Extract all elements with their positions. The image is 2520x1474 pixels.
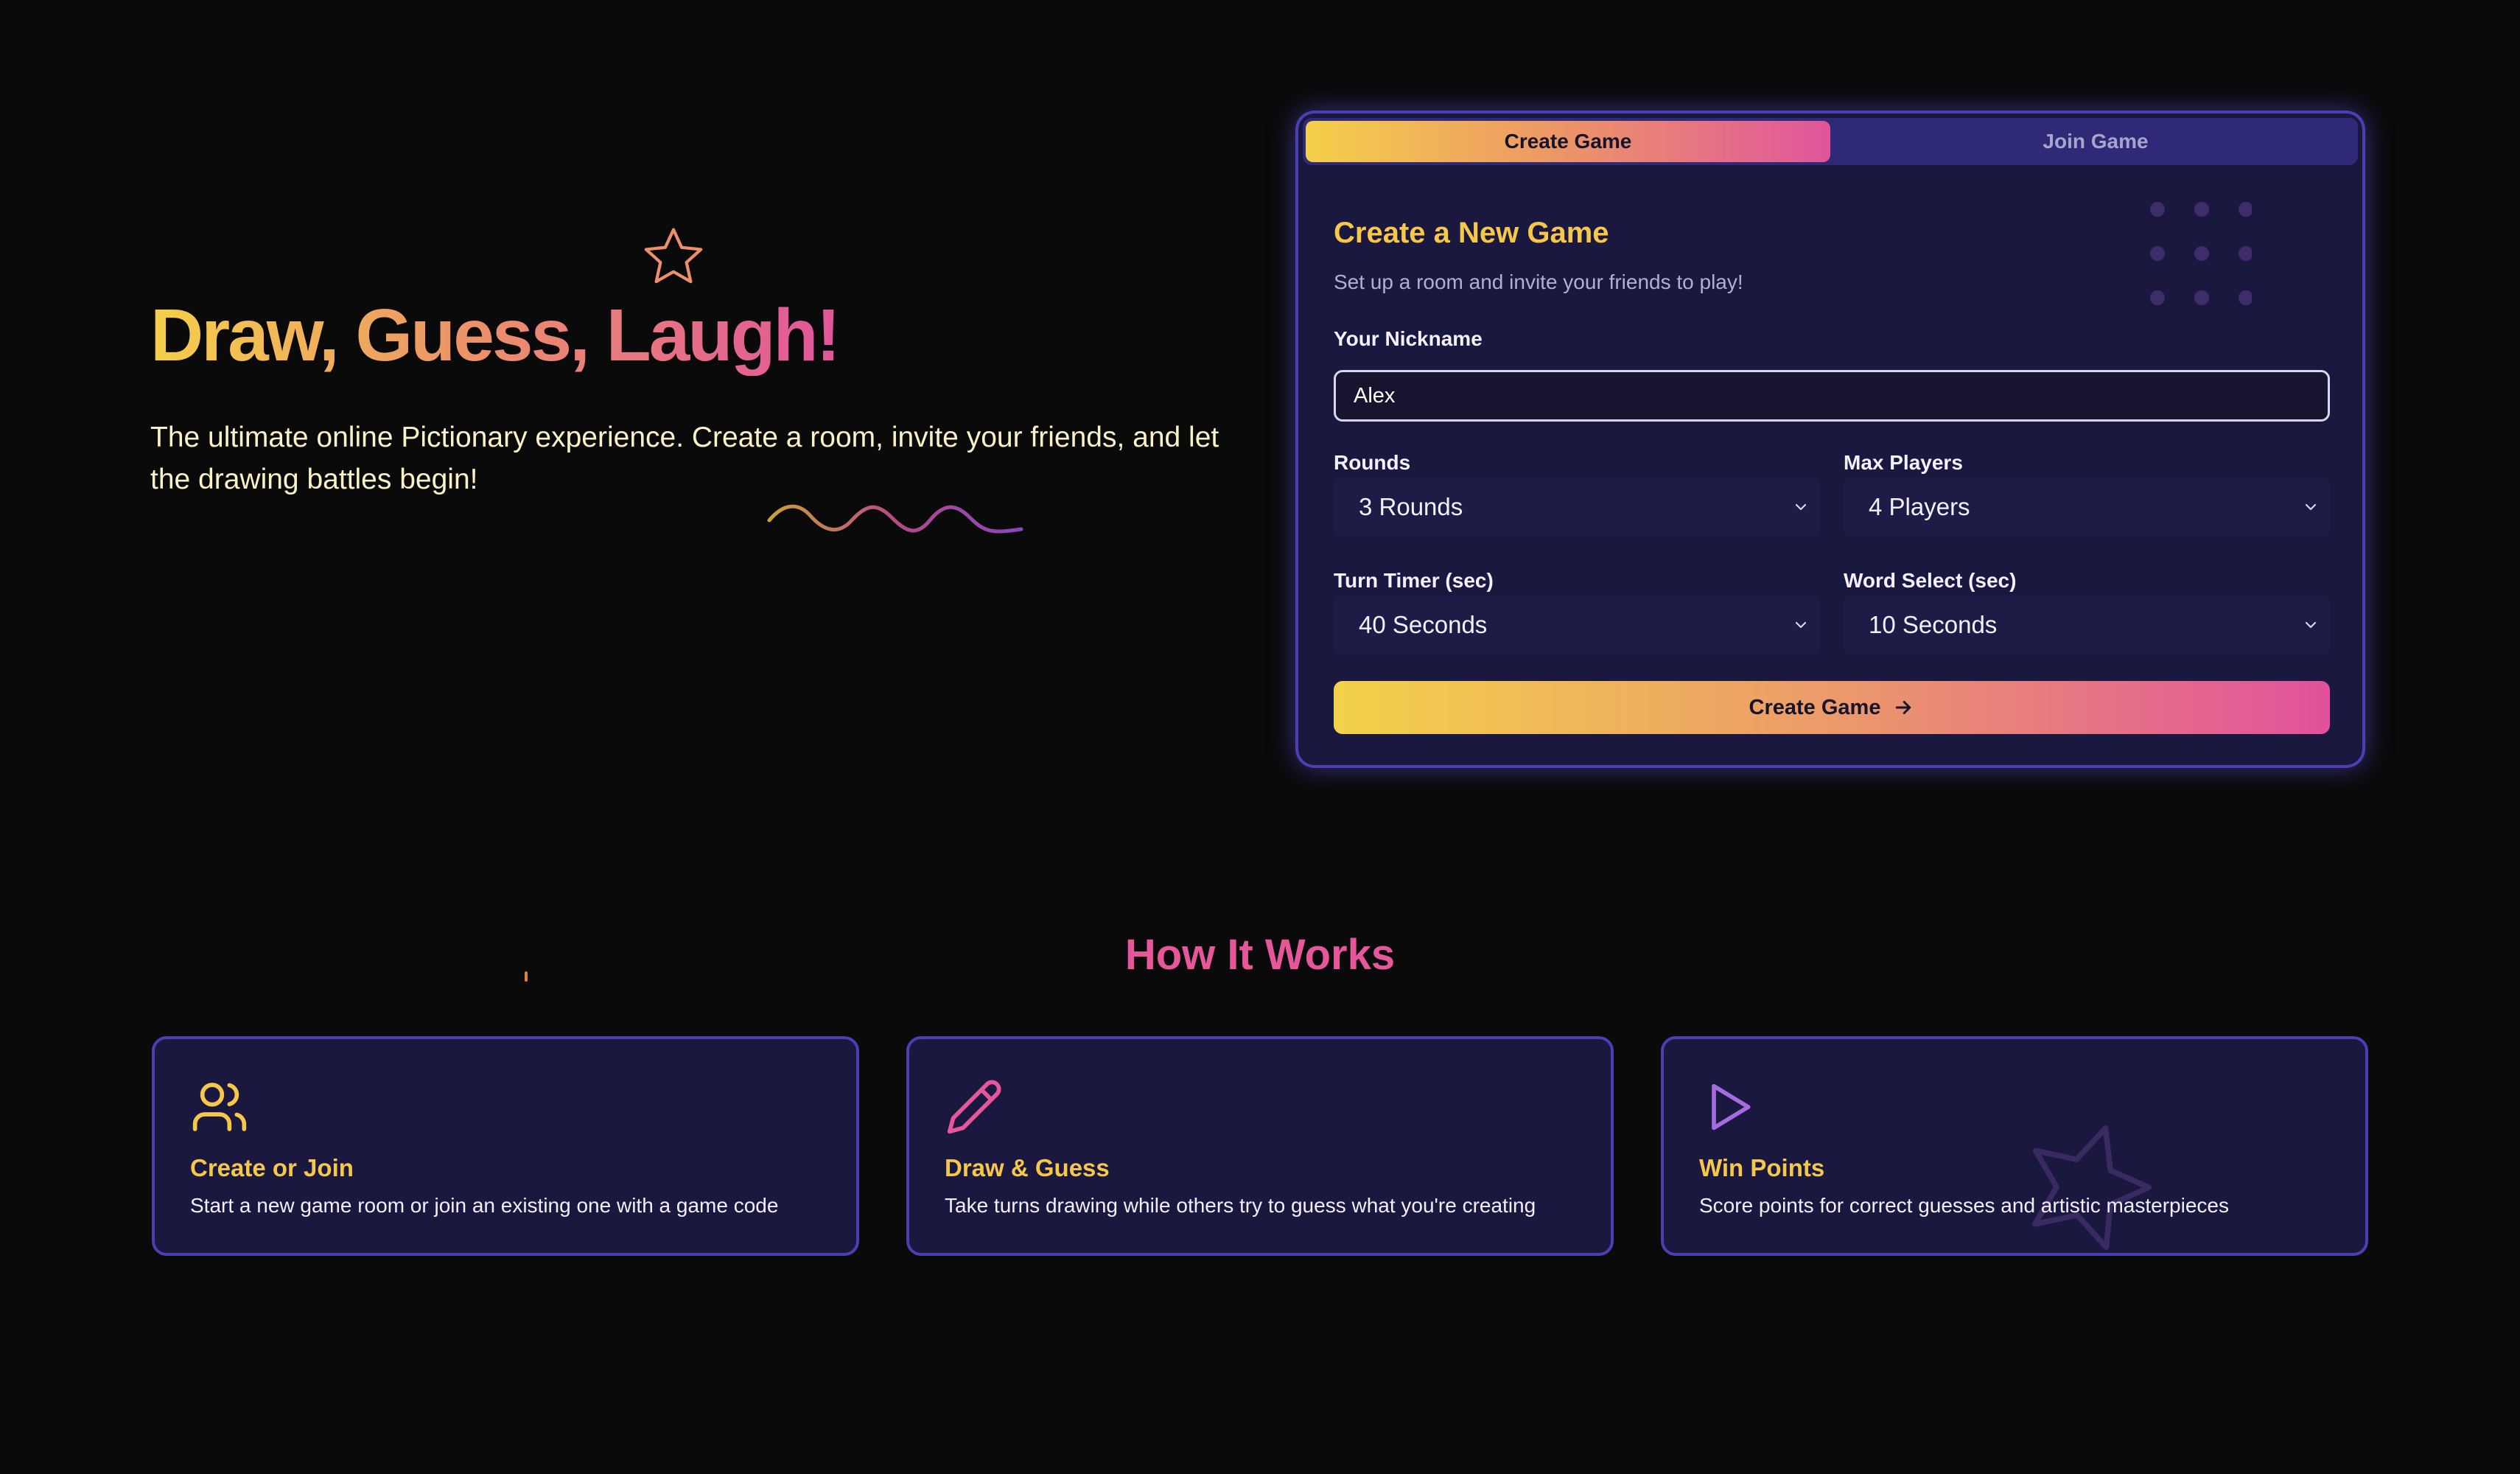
play-icon bbox=[1712, 1083, 1751, 1131]
hero-title: Draw, Guess, Laugh! bbox=[150, 294, 841, 377]
tab-create-game[interactable]: Create Game bbox=[1306, 121, 1830, 162]
arrow-right-icon bbox=[1896, 701, 1911, 714]
feature-title: Win Points bbox=[1699, 1154, 1825, 1181]
nickname-input[interactable] bbox=[1334, 370, 2330, 422]
rounds-select[interactable]: 3 Rounds bbox=[1334, 478, 1820, 537]
feature-card-create-or-join: Create or Join Start a new game room or … bbox=[152, 1036, 859, 1256]
hero-subtitle: The ultimate online Pictionary experienc… bbox=[150, 422, 1219, 495]
max-players-value: 4 Players bbox=[1869, 493, 1970, 520]
word-select-value: 10 Seconds bbox=[1869, 611, 1998, 638]
turn-timer-select[interactable]: 40 Seconds bbox=[1334, 595, 1820, 654]
feature-title: Draw & Guess bbox=[945, 1154, 1110, 1181]
card-title: Create a New Game bbox=[1334, 217, 1609, 249]
feature-card-win-points: Win Points Score points for correct gues… bbox=[1661, 1036, 2368, 1256]
dot-grid-decoration bbox=[2150, 202, 2252, 305]
chevron-down-icon bbox=[2305, 503, 2317, 511]
feature-text: Score points for correct guesses and art… bbox=[1699, 1194, 2229, 1217]
pencil-icon bbox=[947, 1080, 1001, 1134]
create-game-button-label: Create Game bbox=[1749, 695, 1881, 719]
feature-text: Start a new game room or join an existin… bbox=[190, 1194, 779, 1217]
star-decoration-icon bbox=[2031, 1125, 2152, 1250]
how-it-works-title: How It Works bbox=[1124, 931, 1396, 979]
feature-text: Take turns drawing while others try to g… bbox=[945, 1194, 1536, 1217]
max-players-label: Max Players bbox=[1844, 451, 1963, 474]
max-players-select[interactable]: 4 Players bbox=[1844, 478, 2330, 537]
star-doodle-icon bbox=[644, 228, 703, 284]
card-subtitle: Set up a room and invite your friends to… bbox=[1334, 270, 1743, 293]
chevron-down-icon bbox=[1795, 621, 1807, 629]
feature-title: Create or Join bbox=[190, 1154, 354, 1181]
turn-timer-value: 40 Seconds bbox=[1359, 611, 1488, 638]
rounds-value: 3 Rounds bbox=[1359, 493, 1463, 520]
word-select-label: Word Select (sec) bbox=[1844, 569, 2017, 592]
create-game-card: Create Game Join Game Create a New Game … bbox=[1295, 111, 2365, 768]
chevron-down-icon bbox=[1795, 503, 1807, 511]
game-tabs: Create Game Join Game bbox=[1303, 118, 2358, 165]
turn-timer-label: Turn Timer (sec) bbox=[1334, 569, 1494, 592]
squiggle-doodle-icon bbox=[767, 504, 1023, 534]
feature-card-draw-and-guess: Draw & Guess Take turns drawing while ot… bbox=[906, 1036, 1614, 1256]
word-select-select[interactable]: 10 Seconds bbox=[1844, 595, 2330, 654]
chevron-down-icon bbox=[2305, 621, 2317, 629]
rounds-label: Rounds bbox=[1334, 451, 1411, 474]
create-game-button[interactable]: Create Game bbox=[1334, 681, 2330, 734]
users-icon bbox=[192, 1083, 247, 1131]
nickname-label: Your Nickname bbox=[1334, 327, 1483, 350]
tab-join-game[interactable]: Join Game bbox=[1833, 121, 2358, 162]
